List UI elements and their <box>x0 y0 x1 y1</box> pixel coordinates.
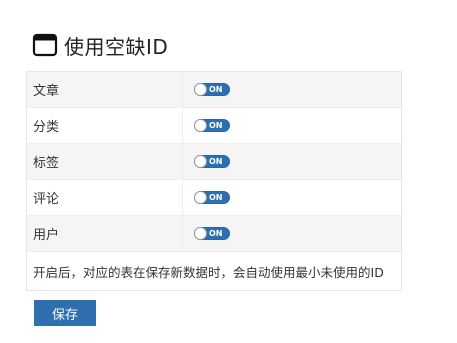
comment-toggle[interactable]: ON <box>194 191 230 204</box>
toggle-knob <box>194 227 207 240</box>
toggle-state: ON <box>209 85 223 94</box>
settings-panel: 文章 ON 分类 ON 标签 ON 评论 ON 用户 ON 开启后，对应的表在保… <box>26 71 402 291</box>
toggle-knob <box>194 83 207 96</box>
settings-note: 开启后，对应的表在保存新数据时，会自动使用最小未使用的ID <box>27 252 401 290</box>
toggle-knob <box>194 119 207 132</box>
setting-row-tag: 标签 ON <box>27 144 401 180</box>
setting-row-category: 分类 ON <box>27 108 401 144</box>
setting-label: 分类 <box>27 108 183 143</box>
toggle-state: ON <box>209 121 223 130</box>
toggle-state: ON <box>209 229 223 238</box>
toggle-state: ON <box>209 157 223 166</box>
setting-row-article: 文章 ON <box>27 72 401 108</box>
save-button[interactable]: 保存 <box>34 300 96 326</box>
window-icon <box>32 32 58 58</box>
setting-row-user: 用户 ON <box>27 216 401 252</box>
page-title: 使用空缺ID <box>64 34 169 59</box>
setting-label: 评论 <box>27 180 183 215</box>
category-toggle[interactable]: ON <box>194 119 230 132</box>
setting-label: 文章 <box>27 72 183 107</box>
setting-label: 用户 <box>27 216 183 251</box>
article-toggle[interactable]: ON <box>194 83 230 96</box>
setting-label: 标签 <box>27 144 183 179</box>
toggle-state: ON <box>209 193 223 202</box>
setting-row-comment: 评论 ON <box>27 180 401 216</box>
toggle-knob <box>194 191 207 204</box>
page-header: 使用空缺ID <box>32 30 168 60</box>
tag-toggle[interactable]: ON <box>194 155 230 168</box>
user-toggle[interactable]: ON <box>194 227 230 240</box>
toggle-knob <box>194 155 207 168</box>
